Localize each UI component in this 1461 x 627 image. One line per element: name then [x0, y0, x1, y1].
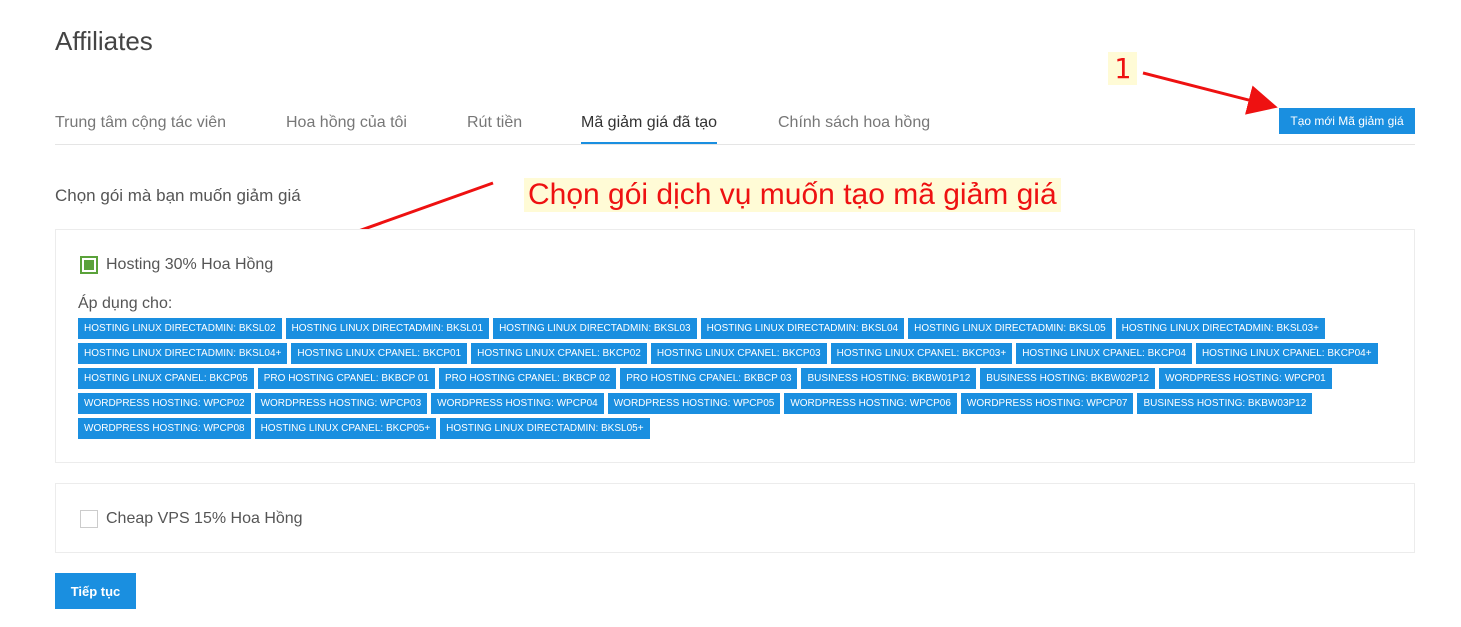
product-chip: PRO HOSTING CPANEL: BKBCP 01 [257, 368, 435, 389]
create-coupon-button[interactable]: Tạo mới Mã giảm giá [1279, 108, 1415, 134]
product-chip: WORDPRESS HOSTING: WPCP06 [784, 393, 957, 414]
product-chip: PRO HOSTING CPANEL: BKBCP 02 [438, 368, 617, 389]
continue-button[interactable]: Tiếp tục [55, 573, 136, 609]
product-chip: WORDPRESS HOSTING: WPCP01 [1159, 368, 1332, 389]
product-chip: HOSTING LINUX CPANEL: BKCP04+ [1195, 343, 1378, 364]
package-checkbox[interactable] [80, 256, 98, 274]
annotation-instruction: Chọn gói dịch vụ muốn tạo mã giảm giá [524, 178, 1061, 212]
product-chip: HOSTING LINUX DIRECTADMIN: BKSL03+ [1115, 318, 1326, 339]
tab-bar: Trung tâm cộng tác viên Hoa hồng của tôi… [55, 104, 1415, 145]
package-card-vps: Cheap VPS 15% Hoa Hồng [55, 483, 1415, 553]
product-chip: HOSTING LINUX DIRECTADMIN: BKSL03 [493, 318, 697, 339]
package-name: Hosting 30% Hoa Hồng [106, 256, 274, 273]
tab-created-coupons[interactable]: Mã giảm giá đã tạo [581, 114, 718, 144]
section-label: Chọn gói mà bạn muốn giảm giá [55, 186, 301, 205]
product-chip: HOSTING LINUX CPANEL: BKCP03+ [830, 343, 1013, 364]
product-chip: HOSTING LINUX CPANEL: BKCP04 [1016, 343, 1192, 364]
product-chip: HOSTING LINUX DIRECTADMIN: BKSL02 [78, 318, 282, 339]
product-chip: HOSTING LINUX DIRECTADMIN: BKSL04 [700, 318, 905, 339]
tab-my-commission[interactable]: Hoa hồng của tôi [286, 114, 407, 142]
product-chip: WORDPRESS HOSTING: WPCP03 [254, 393, 428, 414]
package-checkbox[interactable] [80, 510, 98, 528]
product-chip: HOSTING LINUX CPANEL: BKCP03 [650, 343, 827, 364]
annotation-step-number: 1 [1108, 52, 1137, 85]
package-card-hosting: Hosting 30% Hoa Hồng Áp dụng cho: HOSTIN… [55, 229, 1415, 463]
product-chip: WORDPRESS HOSTING: WPCP02 [78, 393, 251, 414]
package-header: Cheap VPS 15% Hoa Hồng [80, 510, 303, 528]
package-name: Cheap VPS 15% Hoa Hồng [106, 510, 303, 527]
product-chip: HOSTING LINUX CPANEL: BKCP05+ [254, 418, 437, 439]
product-chip: BUSINESS HOSTING: BKBW02P12 [980, 368, 1156, 389]
apply-label: Áp dụng cho: [78, 295, 173, 312]
product-chip: HOSTING LINUX CPANEL: BKCP02 [471, 343, 647, 364]
product-chip: HOSTING LINUX CPANEL: BKCP01 [291, 343, 468, 364]
product-chip: WORDPRESS HOSTING: WPCP04 [431, 393, 604, 414]
product-chip: BUSINESS HOSTING: BKBW03P12 [1137, 393, 1313, 414]
product-chip: HOSTING LINUX DIRECTADMIN: BKSL04+ [78, 343, 288, 364]
tab-withdraw[interactable]: Rút tiền [467, 114, 522, 142]
product-chip: HOSTING LINUX DIRECTADMIN: BKSL05+ [440, 418, 650, 439]
package-header: Hosting 30% Hoa Hồng [80, 256, 273, 274]
product-chip: HOSTING LINUX CPANEL: BKCP05 [78, 368, 254, 389]
product-chip: WORDPRESS HOSTING: WPCP07 [960, 393, 1134, 414]
product-chip: BUSINESS HOSTING: BKBW01P12 [801, 368, 977, 389]
product-chip: WORDPRESS HOSTING: WPCP08 [78, 418, 251, 439]
product-chip-list: HOSTING LINUX DIRECTADMIN: BKSL02 HOSTING… [78, 318, 1398, 439]
product-chip: WORDPRESS HOSTING: WPCP05 [607, 393, 781, 414]
product-chip: PRO HOSTING CPANEL: BKBCP 03 [620, 368, 798, 389]
product-chip: HOSTING LINUX DIRECTADMIN: BKSL05 [908, 318, 1112, 339]
product-chip: HOSTING LINUX DIRECTADMIN: BKSL01 [285, 318, 490, 339]
arrow-to-create-button [1142, 71, 1278, 115]
tab-affiliate-center[interactable]: Trung tâm cộng tác viên [55, 114, 226, 142]
tab-commission-policy[interactable]: Chính sách hoa hồng [778, 114, 930, 142]
page-title: Affiliates [55, 26, 153, 56]
